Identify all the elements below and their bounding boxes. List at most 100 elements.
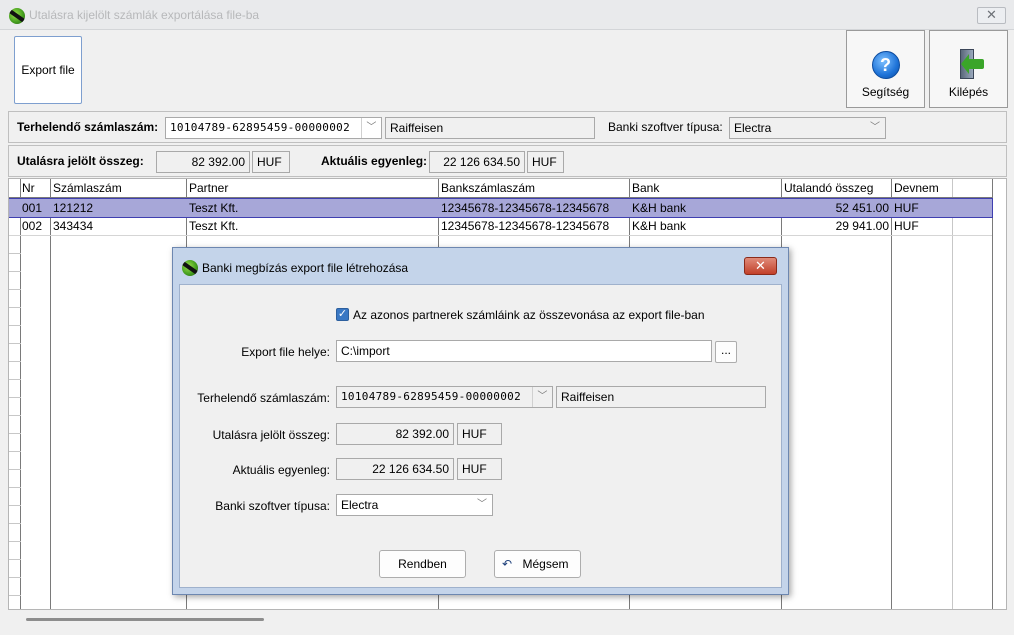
export-path-input[interactable]: C:\import	[336, 340, 712, 362]
dialog-account-select-value: 10104789-62895459-00000002	[341, 390, 521, 403]
dialog-titlebar: Banki megbízás export file létrehozása ✕	[173, 248, 788, 284]
row-tick	[9, 559, 21, 560]
horizontal-scrollbar[interactable]	[26, 618, 264, 621]
chevron-down-icon[interactable]: ﹀	[361, 118, 381, 138]
balance-label: Aktuális egyenleg:	[321, 154, 428, 168]
marked-currency-field: HUF	[252, 151, 290, 173]
app-icon	[182, 260, 198, 276]
dialog-body: ✓ Az azonos partnerek számláink az össze…	[179, 284, 782, 588]
row-tick	[9, 361, 21, 362]
account-bar: Terhelendő számlaszám: 10104789-62895459…	[8, 111, 1007, 143]
marked-amount-field: 82 392.00	[156, 151, 250, 173]
row-tick	[9, 397, 21, 398]
export-path-label: Export file helye:	[241, 345, 330, 359]
row-tick	[9, 505, 21, 506]
dialog-balance-label: Aktuális egyenleg:	[232, 463, 330, 477]
row-tick	[9, 523, 21, 524]
bank-name-field: Raiffeisen	[385, 117, 595, 139]
row-tick	[9, 541, 21, 542]
row-tick	[9, 379, 21, 380]
column-header-invoice-number[interactable]: Számlaszám	[53, 181, 122, 195]
row-tick	[9, 577, 21, 578]
cell-bank-account: 12345678-12345678-12345678	[441, 201, 610, 215]
cell-partner: Teszt Kft.	[189, 219, 239, 233]
row-tick	[9, 415, 21, 416]
cell-bank: K&H bank	[632, 219, 687, 233]
dialog-software-label: Banki szoftver típusa:	[215, 499, 330, 513]
column-header-nr[interactable]: Nr	[22, 181, 35, 195]
dialog-balance-currency-field: HUF	[457, 458, 502, 480]
browse-button[interactable]: ...	[715, 341, 737, 363]
help-button-label: Segítség	[861, 85, 910, 99]
column-header-amount[interactable]: Utalandó összeg	[784, 181, 873, 195]
exit-button[interactable]: Kilépés	[929, 30, 1008, 108]
column-header-bank-account[interactable]: Bankszámlaszám	[441, 181, 535, 195]
merge-checkbox-label[interactable]: Az azonos partnerek számláink az összevo…	[353, 308, 705, 322]
exit-button-label: Kilépés	[948, 85, 989, 99]
window-close-button[interactable]: ✕	[977, 7, 1006, 24]
table-row[interactable]: 002 343434 Teszt Kft. 12345678-12345678-…	[9, 217, 992, 235]
row-tick	[9, 433, 21, 434]
cell-bank-account: 12345678-12345678-12345678	[441, 219, 610, 233]
undo-arrow-icon: ↶	[502, 557, 513, 571]
balance-field: 22 126 634.50	[429, 151, 525, 173]
cell-currency: HUF	[894, 219, 919, 233]
dialog-marked-amount-label: Utalásra jelölt összeg:	[212, 428, 330, 442]
table-row[interactable]: 001 121212 Teszt Kft. 12345678-12345678-…	[9, 198, 993, 218]
row-tick	[9, 289, 21, 290]
window-titlebar: Utalásra kijelölt számlák exportálása fi…	[0, 0, 1014, 30]
totals-bar: Utalásra jelölt összeg: 82 392.00 HUF Ak…	[8, 145, 1007, 177]
row-tick	[9, 595, 21, 596]
column-header-partner[interactable]: Partner	[189, 181, 228, 195]
cancel-button-label: Mégsem	[522, 557, 569, 571]
chevron-down-icon[interactable]: ﹀	[532, 387, 552, 407]
dialog-title: Banki megbízás export file létrehozása	[202, 261, 409, 275]
software-select[interactable]: Electra ﹀	[729, 117, 886, 139]
dialog-account-label: Terhelendő számlaszám:	[197, 391, 330, 405]
chevron-down-icon[interactable]: ﹀	[472, 495, 492, 515]
dialog-close-button[interactable]: ✕	[744, 257, 777, 275]
dialog-software-select[interactable]: Electra ﹀	[336, 494, 493, 516]
export-dialog: Banki megbízás export file létrehozása ✕…	[172, 247, 789, 595]
cell-nr: 001	[22, 201, 43, 215]
column-header-bank[interactable]: Bank	[632, 181, 659, 195]
dialog-account-select[interactable]: 10104789-62895459-00000002 ﹀	[336, 386, 553, 408]
cancel-button[interactable]: ↶ Mégsem	[494, 550, 581, 578]
help-button[interactable]: ? Segítség	[846, 30, 925, 108]
help-icon: ?	[871, 51, 900, 79]
software-select-value: Electra	[734, 121, 772, 135]
row-tick	[9, 253, 21, 254]
dialog-balance-field: 22 126 634.50	[336, 458, 454, 480]
dialog-marked-amount-field: 82 392.00	[336, 423, 454, 445]
account-label: Terhelendő számlaszám:	[17, 120, 159, 134]
ok-button[interactable]: Rendben	[379, 550, 466, 578]
cell-currency: HUF	[894, 201, 919, 215]
balance-currency-field: HUF	[527, 151, 564, 173]
cell-nr: 002	[22, 219, 43, 233]
export-file-button[interactable]: Export file	[14, 36, 82, 104]
dialog-software-select-value: Electra	[341, 498, 379, 512]
merge-checkbox[interactable]: ✓	[336, 308, 349, 321]
chevron-down-icon[interactable]: ﹀	[865, 118, 885, 138]
dialog-marked-currency-field: HUF	[457, 423, 502, 445]
cell-invoice-number: 343434	[53, 219, 94, 233]
app-icon	[9, 8, 25, 24]
row-tick	[9, 307, 21, 308]
exit-door-icon	[954, 48, 984, 80]
cell-invoice-number: 121212	[53, 201, 94, 215]
cell-partner: Teszt Kft.	[189, 201, 239, 215]
account-select-value: 10104789-62895459-00000002	[170, 121, 350, 134]
row-tick	[9, 343, 21, 344]
window-title: Utalásra kijelölt számlák exportálása fi…	[29, 8, 260, 22]
marked-amount-label: Utalásra jelölt összeg:	[17, 154, 144, 168]
cell-amount: 29 941.00	[835, 219, 889, 233]
software-label: Banki szoftver típusa:	[608, 120, 723, 134]
dialog-bank-name-field: Raiffeisen	[556, 386, 766, 408]
cell-amount: 52 451.00	[835, 201, 889, 215]
column-header-currency[interactable]: Devnem	[894, 181, 939, 195]
row-tick	[9, 271, 21, 272]
row-tick	[9, 451, 21, 452]
account-select[interactable]: 10104789-62895459-00000002 ﹀	[165, 117, 382, 139]
row-tick	[9, 469, 21, 470]
row-tick	[9, 487, 21, 488]
